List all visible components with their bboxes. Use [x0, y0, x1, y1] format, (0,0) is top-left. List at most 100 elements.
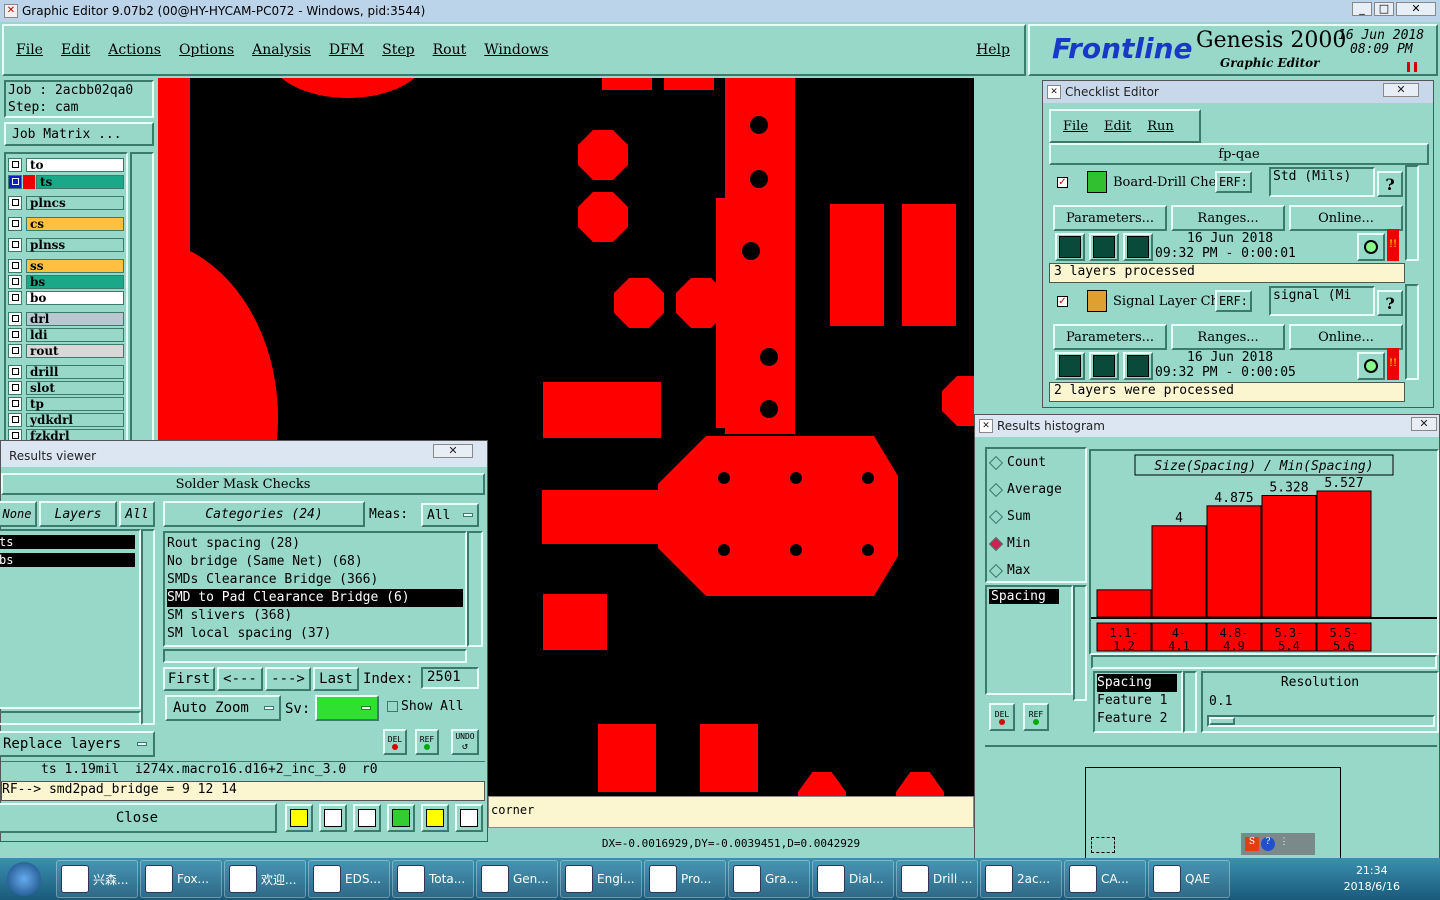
- taskbar-item[interactable]: QAE: [1148, 860, 1230, 898]
- layer-row[interactable]: bs: [8, 274, 124, 289]
- menu-options[interactable]: Options: [179, 42, 234, 58]
- feature-item[interactable]: Feature 1: [1097, 692, 1179, 710]
- taskbar-item[interactable]: Pro...: [644, 860, 726, 898]
- index-input[interactable]: 2501: [421, 667, 479, 689]
- layer-row[interactable]: bo: [8, 290, 124, 305]
- taskbar-item[interactable]: 兴森...: [56, 860, 138, 898]
- ranges-button[interactable]: Ranges...: [1171, 205, 1285, 231]
- checklist-vscroll[interactable]: [1405, 165, 1419, 261]
- close-window-button[interactable]: ✕: [1396, 2, 1436, 16]
- hist-del-button[interactable]: DEL: [989, 703, 1015, 731]
- ref-button[interactable]: REF: [415, 729, 439, 755]
- category-item[interactable]: SM slivers (368): [167, 607, 463, 625]
- run-button[interactable]: [1055, 233, 1085, 261]
- category-item[interactable]: Rout spacing (28): [167, 535, 463, 553]
- menu-analysis[interactable]: Analysis: [252, 42, 311, 58]
- mode-radio-sum[interactable]: Sum: [988, 509, 1030, 524]
- measure-button[interactable]: [285, 804, 313, 832]
- list-item[interactable]: bs: [0, 553, 135, 567]
- run-all-button[interactable]: [1089, 352, 1119, 380]
- layer-row[interactable]: to: [8, 157, 124, 172]
- layer-checkbox[interactable]: [8, 174, 22, 189]
- resolution-slider-thumb[interactable]: [1209, 717, 1235, 725]
- layer-checkbox[interactable]: [8, 311, 22, 326]
- layers-button[interactable]: Layers: [39, 501, 117, 527]
- layer-checkbox[interactable]: [8, 290, 22, 305]
- job-matrix-button[interactable]: Job Matrix ...: [4, 122, 154, 146]
- layer-checkbox[interactable]: [8, 412, 22, 427]
- taskbar-item[interactable]: Engi...: [560, 860, 642, 898]
- layer-checkbox[interactable]: [8, 327, 22, 342]
- layer-row[interactable]: cs: [8, 216, 124, 231]
- cl-menu-run[interactable]: Run: [1147, 119, 1174, 134]
- run-stop-button[interactable]: [1123, 352, 1153, 380]
- categories-button[interactable]: Categories (24): [163, 501, 365, 527]
- menu-file[interactable]: File: [16, 42, 43, 58]
- taskbar-item[interactable]: Drill ...: [896, 860, 978, 898]
- layer-name[interactable]: plnss: [26, 237, 124, 252]
- last-button[interactable]: Last: [313, 667, 359, 691]
- layer-results-list[interactable]: ts bs: [0, 529, 141, 709]
- categories-vscroll[interactable]: [467, 531, 483, 647]
- mode-radio-average[interactable]: Average: [988, 482, 1062, 497]
- layer-name[interactable]: ts: [36, 174, 124, 189]
- layer-checkbox[interactable]: [8, 396, 22, 411]
- menu-help[interactable]: Help: [976, 42, 1010, 58]
- layer-name[interactable]: to: [26, 157, 124, 172]
- menu-windows[interactable]: Windows: [484, 42, 548, 58]
- taskbar-item[interactable]: CA...: [1064, 860, 1146, 898]
- resolution-slider[interactable]: [1207, 715, 1435, 727]
- menu-dfm[interactable]: DFM: [329, 42, 364, 58]
- run-stop-button[interactable]: [1123, 233, 1153, 261]
- layer-checkbox[interactable]: [8, 216, 22, 231]
- layer-checkbox[interactable]: [8, 364, 22, 379]
- help-icon[interactable]: ?: [1261, 837, 1275, 851]
- layer-checkbox[interactable]: [8, 274, 22, 289]
- layer-name[interactable]: bs: [26, 274, 124, 289]
- category-item[interactable]: No bridge (Same Net) (68): [167, 553, 463, 571]
- layer-name[interactable]: bo: [26, 290, 124, 305]
- layer-row[interactable]: plnss: [8, 237, 124, 252]
- list-item[interactable]: ts: [0, 535, 135, 549]
- online-button[interactable]: Online...: [1289, 324, 1403, 350]
- hist-ref-button[interactable]: REF: [1023, 703, 1049, 731]
- prev-button[interactable]: <---: [217, 667, 263, 691]
- menu-actions[interactable]: Actions: [108, 42, 161, 58]
- report-button[interactable]: [319, 804, 347, 832]
- category-item[interactable]: SMDs Clearance Bridge (366): [167, 571, 463, 589]
- layer-row[interactable]: ldi: [8, 327, 124, 342]
- erf-select[interactable]: signal (Mi: [1269, 286, 1375, 316]
- checklist-vscroll[interactable]: [1405, 284, 1419, 380]
- run-button[interactable]: [1055, 352, 1085, 380]
- meas-select[interactable]: All: [421, 503, 479, 527]
- online-button[interactable]: Online...: [1289, 205, 1403, 231]
- replace-layers-select[interactable]: Replace layers: [0, 731, 155, 757]
- category-item-selected[interactable]: SMD to Pad Clearance Bridge (6): [167, 589, 463, 607]
- maximize-button[interactable]: □: [1374, 2, 1394, 16]
- layer-name[interactable]: drill: [26, 364, 124, 379]
- parameters-button[interactable]: Parameters...: [1053, 324, 1167, 350]
- close-button[interactable]: Close: [0, 803, 277, 833]
- layer-row[interactable]: rout: [8, 343, 124, 358]
- tool-icon-s[interactable]: S: [1245, 837, 1259, 851]
- zoom-results-button[interactable]: [1357, 233, 1385, 261]
- help-button[interactable]: ?: [1377, 171, 1403, 197]
- first-button[interactable]: First: [163, 667, 215, 691]
- layer-name[interactable]: ydkdrl: [26, 412, 124, 427]
- layer-row[interactable]: tp: [8, 396, 124, 411]
- undo-button[interactable]: UNDO ↺: [451, 729, 479, 755]
- layer-row[interactable]: drill: [8, 364, 124, 379]
- all-button[interactable]: All: [119, 501, 155, 527]
- categories-list[interactable]: Rout spacing (28) No bridge (Same Net) (…: [163, 531, 467, 647]
- layer-checkbox[interactable]: [8, 258, 22, 273]
- parameters-button[interactable]: Parameters...: [1053, 205, 1167, 231]
- layer-row[interactable]: ts: [8, 174, 124, 189]
- taskbar-item[interactable]: Gra...: [728, 860, 810, 898]
- del-button[interactable]: DEL: [383, 729, 407, 755]
- zoom-results-button[interactable]: [1357, 352, 1385, 380]
- taskbar-item[interactable]: Gen...: [476, 860, 558, 898]
- cl-menu-edit[interactable]: Edit: [1104, 119, 1131, 134]
- mode-radio-min[interactable]: Min: [988, 536, 1030, 551]
- layer-checkbox[interactable]: [8, 195, 22, 210]
- layer-checkbox[interactable]: [8, 157, 22, 172]
